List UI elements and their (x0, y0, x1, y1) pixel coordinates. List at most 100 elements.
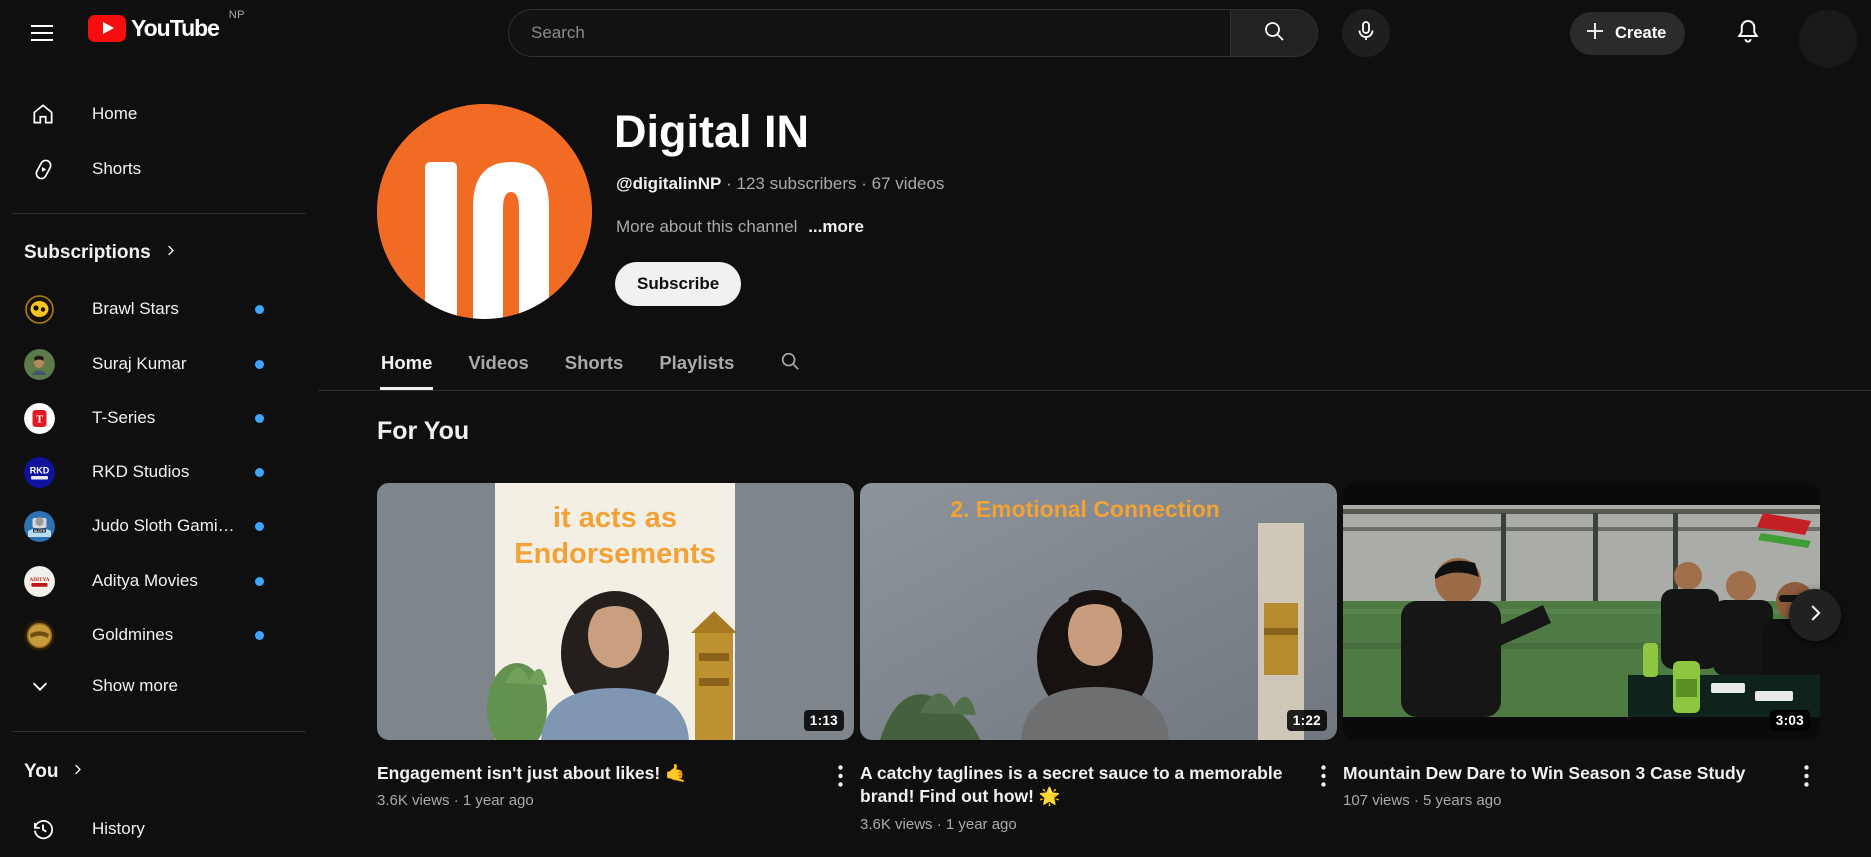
new-content-dot (255, 360, 264, 369)
channel-search-button[interactable] (779, 336, 801, 390)
aditya-movies-avatar: ADITYA (24, 566, 55, 597)
video-menu-button[interactable] (828, 762, 852, 790)
tab-home[interactable]: Home (380, 336, 433, 390)
brawl-stars-avatar (24, 294, 55, 325)
create-button[interactable]: Create (1570, 12, 1685, 55)
notifications-button[interactable] (1731, 16, 1765, 50)
thumbnail-art (1343, 483, 1820, 740)
tab-playlists[interactable]: Playlists (658, 336, 735, 390)
svg-text:Endorsements: Endorsements (514, 538, 715, 570)
sidebar-subscription-judo-sloth[interactable]: SLOTH Judo Sloth Gami… (0, 501, 318, 551)
sidebar-subscription-aditya-movies[interactable]: ADITYA Aditya Movies (0, 556, 318, 606)
search-field[interactable] (508, 9, 1230, 57)
carousel-next-button[interactable] (1789, 589, 1841, 641)
top-bar: YouTube NP (0, 0, 1871, 67)
youtube-logo-text: YouTube (131, 15, 219, 42)
channel-tabs: Home Videos Shorts Playlists (318, 336, 1871, 391)
subscription-label: Judo Sloth Gami… (92, 516, 235, 536)
goldmines-avatar (24, 620, 55, 651)
youtube-play-icon (88, 15, 126, 42)
digital-in-logo (377, 104, 592, 319)
sidebar-subscription-suraj-kumar[interactable]: Suraj Kumar (0, 339, 318, 389)
suraj-kumar-avatar (24, 349, 55, 380)
channel-handle[interactable]: @digitalinNP (616, 174, 721, 193)
video-title[interactable]: Mountain Dew Dare to Win Season 3 Case S… (1343, 762, 1781, 785)
search-bar (508, 9, 1318, 57)
new-content-dot (255, 305, 264, 314)
sidebar-subscription-rkd-studios[interactable]: RKD RKD Studios (0, 447, 318, 497)
youtube-logo[interactable]: YouTube NP (88, 15, 219, 42)
search-icon (779, 350, 801, 377)
video-card-2: 2. Emotional Connection 1:22 A catchy ta… (860, 483, 1337, 833)
duration-badge: 3:03 (1770, 710, 1810, 731)
meta-separator: · (726, 174, 732, 193)
video-title[interactable]: Engagement isn't just about likes! 🤙 (377, 762, 815, 785)
video-thumbnail-1[interactable]: it acts as Endorsements 1:13 (377, 483, 854, 740)
subscription-label: Brawl Stars (92, 299, 179, 319)
t-series-avatar: T (24, 403, 55, 434)
sidebar-show-more[interactable]: Show more (0, 661, 318, 711)
video-menu-button[interactable] (1311, 762, 1335, 790)
duration-badge: 1:22 (1287, 710, 1327, 731)
new-content-dot (255, 468, 264, 477)
home-icon (30, 101, 56, 127)
duration-badge: 1:13 (804, 710, 844, 731)
sidebar-subscription-t-series[interactable]: T T-Series (0, 393, 318, 443)
create-button-label: Create (1615, 24, 1666, 43)
sidebar-item-label: Shorts (92, 159, 141, 179)
channel-avatar[interactable] (377, 104, 592, 319)
history-label: History (92, 819, 145, 839)
sidebar-item-history[interactable]: History (0, 804, 318, 854)
meta-separator: · (861, 174, 867, 193)
video-thumbnail-3[interactable]: 3:03 (1343, 483, 1820, 740)
channel-meta: @digitalinNP · 123 subscribers · 67 vide… (616, 174, 944, 194)
menu-icon[interactable] (22, 13, 62, 53)
profile-avatar[interactable] (1799, 10, 1857, 68)
more-link[interactable]: ...more (808, 217, 864, 236)
chevron-right-icon (1804, 602, 1826, 629)
video-meta: 3.6K views · 1 year ago (377, 792, 854, 809)
subscriptions-header[interactable]: Subscriptions (24, 242, 178, 264)
video-menu-button[interactable] (1794, 762, 1818, 790)
subscription-label: Suraj Kumar (92, 354, 186, 374)
search-input[interactable] (531, 23, 1230, 43)
sidebar-subscription-goldmines[interactable]: Goldmines (0, 610, 318, 660)
thumbnail-art: 2. Emotional Connection (860, 483, 1337, 740)
subscribe-button[interactable]: Subscribe (615, 262, 741, 306)
subscription-label: Aditya Movies (92, 571, 198, 591)
tab-videos[interactable]: Videos (467, 336, 529, 390)
video-card-3: 3:03 Mountain Dew Dare to Win Season 3 C… (1343, 483, 1820, 809)
video-count: 67 videos (872, 174, 945, 193)
sidebar-subscription-brawl-stars[interactable]: Brawl Stars (0, 284, 318, 334)
search-icon (1262, 19, 1286, 48)
sidebar-divider (12, 213, 306, 214)
microphone-icon (1354, 19, 1378, 48)
channel-about[interactable]: More about this channel ...more (616, 217, 864, 237)
subscription-label: T-Series (92, 408, 155, 428)
tab-shorts[interactable]: Shorts (564, 336, 625, 390)
sidebar-item-home[interactable]: Home (0, 89, 318, 139)
video-card-1: it acts as Endorsements 1:13 Engagement … (377, 483, 854, 809)
you-header[interactable]: You (24, 761, 85, 783)
new-content-dot (255, 631, 264, 640)
video-title[interactable]: A catchy taglines is a secret sauce to a… (860, 762, 1298, 809)
voice-search-button[interactable] (1342, 9, 1390, 57)
new-content-dot (255, 522, 264, 531)
section-title: For You (377, 417, 469, 446)
history-icon (30, 816, 56, 842)
you-title: You (24, 761, 58, 783)
video-thumbnail-2[interactable]: 2. Emotional Connection 1:22 (860, 483, 1337, 740)
subscriber-count: 123 subscribers (737, 174, 857, 193)
new-content-dot (255, 577, 264, 586)
svg-text:it acts as: it acts as (553, 502, 677, 534)
show-more-label: Show more (92, 676, 178, 696)
chevron-right-icon (163, 243, 178, 263)
sidebar-item-shorts[interactable]: Shorts (0, 144, 318, 194)
video-meta: 3.6K views · 1 year ago (860, 816, 1337, 833)
judo-sloth-avatar: SLOTH (24, 511, 55, 542)
svg-text:RKD: RKD (30, 465, 50, 475)
sidebar: Home Shorts Subscriptions (0, 67, 318, 857)
bell-icon (1733, 16, 1763, 51)
about-text: More about this channel (616, 217, 797, 236)
search-button[interactable] (1230, 9, 1318, 57)
